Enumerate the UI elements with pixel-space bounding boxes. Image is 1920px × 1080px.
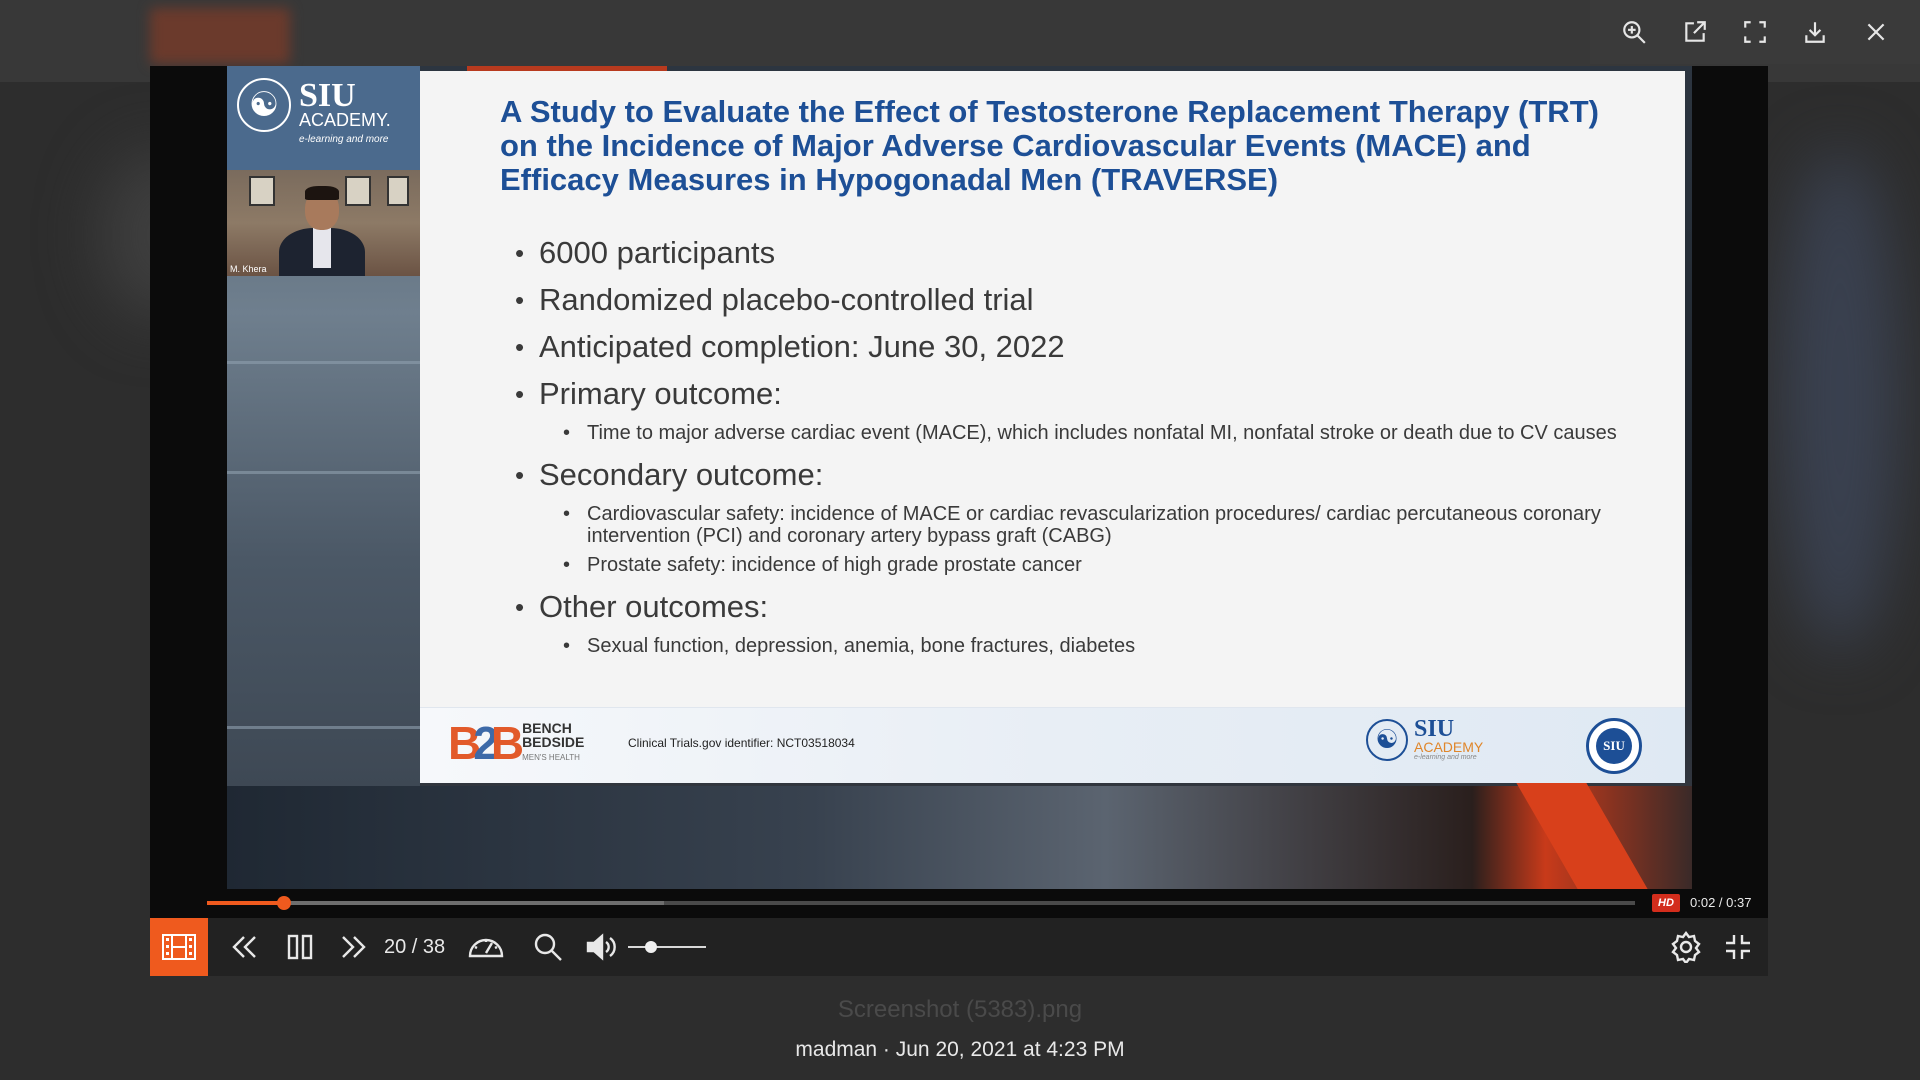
double-chevron-left-icon — [232, 936, 256, 958]
slide-sub-bullet: Prostate safety: incidence of high grade… — [515, 554, 1625, 576]
settings-button[interactable] — [1664, 918, 1708, 976]
close-icon — [1867, 23, 1885, 41]
open-external-icon — [1684, 21, 1706, 42]
backdrop-band — [227, 361, 420, 364]
slide-bullet: 6000 participants — [515, 236, 1625, 271]
speedometer-icon — [468, 938, 504, 958]
background-blur — [1780, 150, 1900, 650]
footer-siu-logo: ☯ SIU ACADEMY e-learning and more — [1366, 716, 1484, 761]
slide-bullet: Primary outcome: — [515, 377, 1625, 412]
vitruvian-man-icon: ☯ — [1366, 718, 1408, 761]
seek-bar-played — [207, 901, 285, 905]
video-frame[interactable]: ☯ SIU ACADEMY. e-learning and more M. Kh… — [227, 66, 1692, 889]
footer-academy-text: ACADEMY — [1414, 739, 1484, 755]
zoom-in-icon — [1623, 21, 1646, 44]
presentation-slide: A Study to Evaluate the Effect of Testos… — [420, 71, 1685, 783]
siu-seal-logo: SIU — [1586, 718, 1642, 774]
screen: ☯ SIU ACADEMY. e-learning and more M. Kh… — [0, 0, 1920, 1080]
filmstrip-icon — [162, 934, 196, 960]
search-button[interactable] — [526, 918, 570, 976]
speaker-hair — [305, 186, 339, 200]
zoom-in-button[interactable] — [1614, 12, 1654, 52]
page-indicator: 20 / 38 — [384, 935, 446, 958]
download-button[interactable] — [1795, 12, 1835, 52]
slide-bullet: Randomized placebo-controlled trial — [515, 283, 1625, 318]
vitruvian-man-icon: ☯ — [237, 78, 291, 132]
slide-bullet: Anticipated completion: June 30, 2022 — [515, 330, 1625, 365]
exit-fullscreen-icon — [1726, 935, 1750, 959]
siu-academy-logo: ☯ SIU ACADEMY. e-learning and more — [227, 66, 420, 170]
b2b-line2: BEDSIDE — [522, 734, 585, 750]
speaker-webcam: M. Khera — [227, 170, 420, 276]
logo-siu-text: SIU — [299, 77, 356, 114]
next-slide-button[interactable] — [332, 918, 376, 976]
trial-identifier: Clinical Trials.gov identifier: NCT03518… — [628, 736, 855, 750]
volume-button[interactable] — [580, 918, 624, 976]
slide-bullet: Other outcomes: — [515, 590, 1625, 625]
b2b-line3: MEN'S HEALTH — [522, 753, 580, 762]
footer-siu-text: SIU — [1414, 716, 1455, 742]
video-player: ☯ SIU ACADEMY. e-learning and more M. Kh… — [150, 66, 1768, 976]
slide-footer: B2B BENCH BEDSIDE MEN'S HEALTH Clinical … — [420, 707, 1685, 783]
studio-floor — [227, 786, 1692, 889]
logo-academy-text: ACADEMY. — [299, 110, 391, 130]
seal-text: SIU — [1596, 728, 1632, 764]
viewer-toolbar — [1590, 0, 1920, 64]
playback-speed-button[interactable] — [464, 918, 508, 976]
volume-slider[interactable] — [628, 941, 706, 953]
bench-to-bedside-logo: B2B BENCH BEDSIDE MEN'S HEALTH — [448, 720, 584, 766]
filmstrip-button[interactable] — [150, 918, 208, 976]
slide-bullet: Secondary outcome: — [515, 458, 1625, 493]
double-chevron-right-icon — [342, 936, 366, 958]
background-thumbnail — [150, 8, 290, 64]
previous-slide-button[interactable] — [222, 918, 266, 976]
slide-sub-bullets: Sexual function, depression, anemia, bon… — [515, 635, 1625, 657]
footer-tagline: e-learning and more — [1414, 754, 1477, 761]
slide-sub-bullet: Time to major adverse cardiac event (MAC… — [515, 422, 1625, 444]
fullscreen-button[interactable] — [1735, 12, 1775, 52]
volume-icon — [586, 933, 616, 961]
pause-icon — [287, 934, 313, 960]
image-meta: madman · Jun 20, 2021 at 4:23 PM — [795, 1038, 1125, 1061]
exit-fullscreen-button[interactable] — [1716, 918, 1760, 976]
slide-bullets: 6000 participants Randomized placebo-cont… — [515, 236, 1625, 671]
volume-handle[interactable] — [645, 941, 658, 953]
logo-tagline: e-learning and more — [299, 134, 389, 145]
time-display: 0:02 / 0:37 — [1690, 895, 1752, 910]
speaker-name: M. Khera — [230, 264, 267, 274]
wall-frame — [345, 176, 371, 206]
close-button[interactable] — [1856, 12, 1896, 52]
search-icon — [534, 933, 562, 961]
slide-sub-bullets: Time to major adverse cardiac event (MAC… — [515, 422, 1625, 444]
wall-frame — [387, 176, 409, 206]
slide-title: A Study to Evaluate the Effect of Testos… — [500, 94, 1599, 197]
speaker-shirt — [313, 228, 331, 268]
slide-sub-bullet: Sexual function, depression, anemia, bon… — [515, 635, 1625, 657]
image-filename: Screenshot (5383).png — [837, 996, 1083, 1023]
player-controls: 20 / 38 — [150, 918, 1768, 976]
pause-button[interactable] — [278, 918, 322, 976]
wall-frame — [249, 176, 275, 206]
fullscreen-icon — [1744, 21, 1766, 43]
gear-icon — [1671, 931, 1701, 963]
download-icon — [1805, 22, 1826, 43]
backdrop-band — [227, 471, 420, 474]
open-external-button[interactable] — [1675, 12, 1715, 52]
slide-sub-bullets: Cardiovascular safety: incidence of MACE… — [515, 503, 1625, 576]
seek-handle[interactable] — [277, 896, 292, 910]
slide-sub-bullet: Cardiovascular safety: incidence of MACE… — [515, 503, 1625, 547]
hd-badge[interactable]: HD — [1652, 894, 1680, 912]
backdrop-band — [227, 726, 420, 729]
seek-bar[interactable] — [207, 896, 1635, 910]
b2b-icon: B2B — [448, 717, 524, 769]
